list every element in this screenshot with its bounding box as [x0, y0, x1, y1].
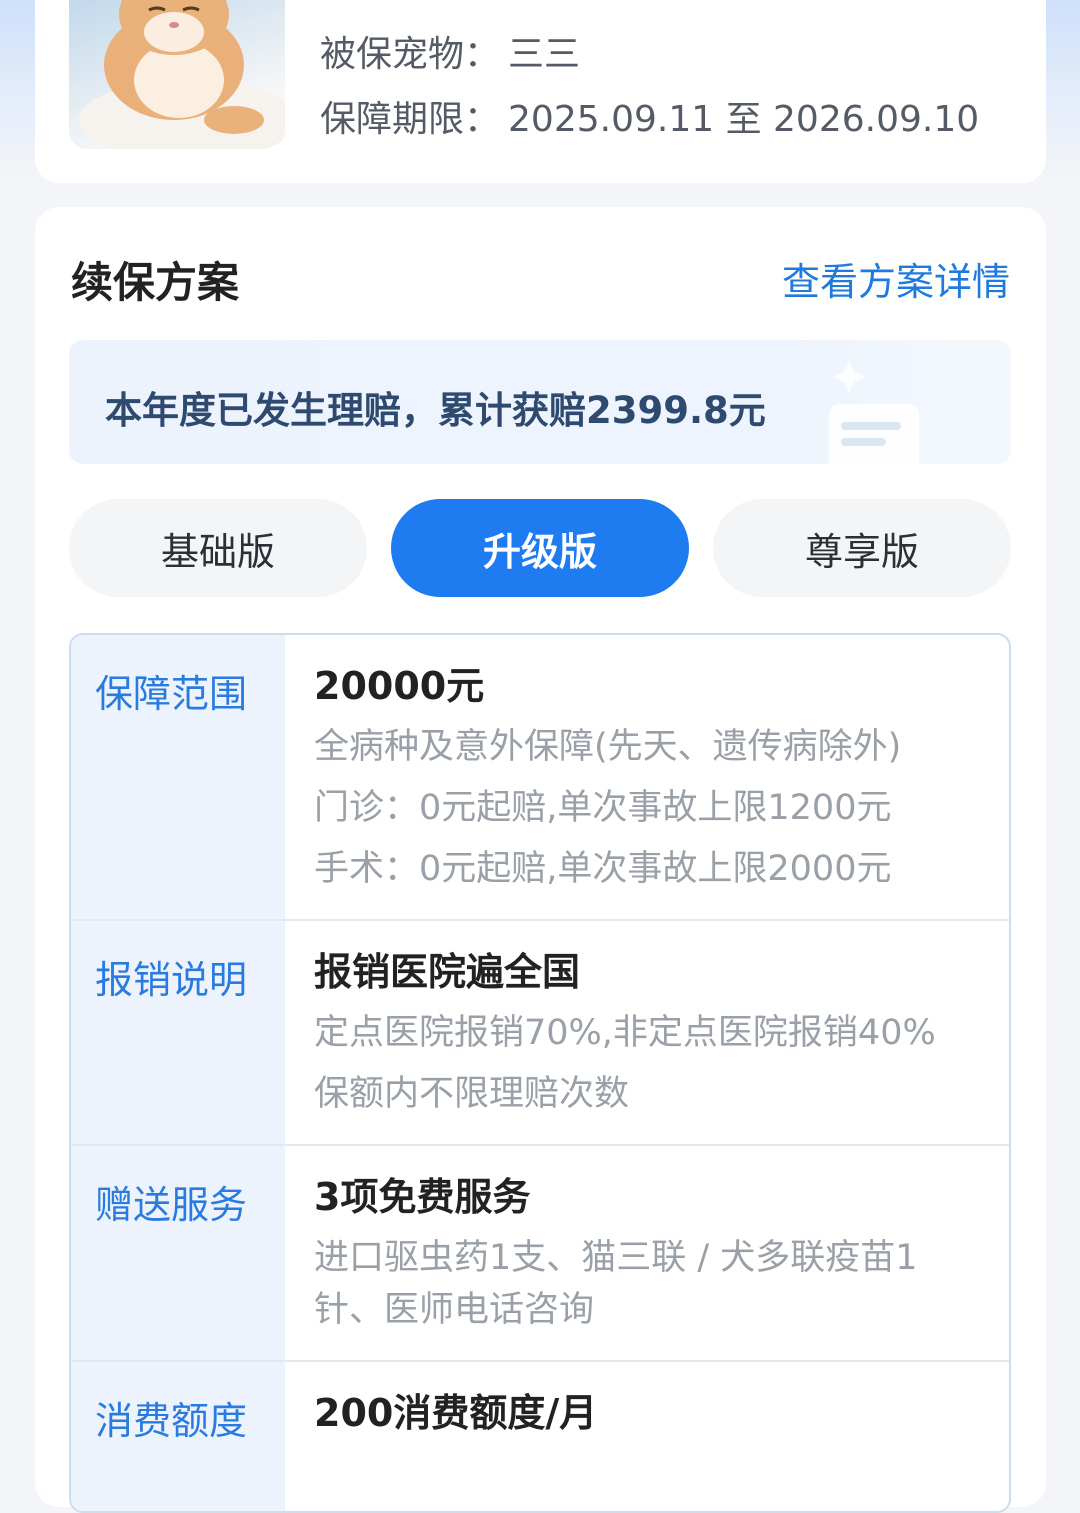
table-row-coverage: 保障范围 20000元 全病种及意外保障(先天、遗传病除外) 门诊：0元起赔,单… [71, 635, 1009, 921]
row-line: 针、医师电话咨询 [314, 1290, 595, 1330]
renewal-plan-card: 续保方案 查看方案详情 本年度已发生理赔，累计获赔2399.8元 基础版 升级版… [35, 207, 1046, 1513]
row-line: 保额内不限理赔次数 [314, 1074, 630, 1114]
coverage-period-label: 保障期限： [320, 99, 501, 140]
plan-details-table: 保障范围 20000元 全病种及意外保障(先天、遗传病除外) 门诊：0元起赔,单… [69, 633, 1011, 1513]
row-line: 门诊：0元起赔,单次事故上限1200元 [314, 788, 892, 828]
row-label: 保障范围 [95, 672, 248, 716]
tab-premium[interactable]: 尊享版 [713, 499, 1011, 597]
tab-upgrade[interactable]: 升级版 [391, 499, 689, 597]
coverage-period-value: 2025.09.11 至 2026.09.10 [508, 99, 980, 140]
row-heading: 200消费额度/月 [314, 1391, 598, 1435]
row-heading: 3项免费服务 [314, 1175, 531, 1219]
coverage-period-row: 保障期限： 2025.09.11 至 2026.09.10 [320, 90, 979, 142]
row-content: 200消费额度/月 [314, 1390, 979, 1450]
view-plan-details-link[interactable]: 查看方案详情 [782, 251, 1010, 306]
row-content: 报销医院遍全国 定点医院报销70%,非定点医院报销40% 保额内不限理赔次数 [314, 949, 979, 1131]
row-label-cell: 保障范围 [71, 635, 285, 919]
row-line: 手术：0元起赔,单次事故上限2000元 [314, 849, 892, 889]
insured-pet-name: 三三 [508, 34, 581, 75]
row-label: 赠送服务 [95, 1183, 248, 1227]
tab-basic[interactable]: 基础版 [69, 499, 367, 597]
pet-photo [69, 0, 285, 149]
cat-image [79, 0, 285, 149]
row-label-cell: 报销说明 [71, 921, 285, 1144]
row-label-cell: 赠送服务 [71, 1146, 285, 1360]
insured-pet-row: 被保宠物： 三三 [320, 25, 580, 77]
document-icon [829, 340, 1011, 464]
row-heading: 20000元 [314, 664, 485, 708]
row-label: 报销说明 [95, 958, 248, 1002]
row-content: 20000元 全病种及意外保障(先天、遗传病除外) 门诊：0元起赔,单次事故上限… [314, 663, 979, 906]
table-row-spending-quota: 消费额度 200消费额度/月 [71, 1362, 1009, 1511]
claim-notice-text: 本年度已发生理赔，累计获赔2399.8元 [105, 389, 766, 432]
insured-pet-label: 被保宠物： [320, 34, 501, 75]
row-label: 消费额度 [95, 1399, 248, 1443]
row-content: 3项免费服务 进口驱虫药1支、猫三联 / 犬多联疫苗1 针、医师电话咨询 [314, 1174, 979, 1347]
renewal-title: 续保方案 [71, 258, 240, 307]
row-line: 全病种及意外保障(先天、遗传病除外) [314, 727, 902, 767]
row-line: 定点医院报销70%,非定点医院报销40% [314, 1013, 936, 1053]
table-row-free-services: 赠送服务 3项免费服务 进口驱虫药1支、猫三联 / 犬多联疫苗1 针、医师电话咨… [71, 1146, 1009, 1362]
claim-notice-banner: 本年度已发生理赔，累计获赔2399.8元 [69, 340, 1011, 464]
policy-card: 被保宠物： 三三 保障期限： 2025.09.11 至 2026.09.10 [35, 0, 1046, 183]
row-heading: 报销医院遍全国 [314, 950, 581, 994]
plan-tier-tabs: 基础版 升级版 尊享版 [69, 499, 1011, 597]
row-line: 进口驱虫药1支、猫三联 / 犬多联疫苗1 [314, 1238, 918, 1278]
row-label-cell: 消费额度 [71, 1362, 285, 1511]
table-row-reimbursement: 报销说明 报销医院遍全国 定点医院报销70%,非定点医院报销40% 保额内不限理… [71, 921, 1009, 1146]
